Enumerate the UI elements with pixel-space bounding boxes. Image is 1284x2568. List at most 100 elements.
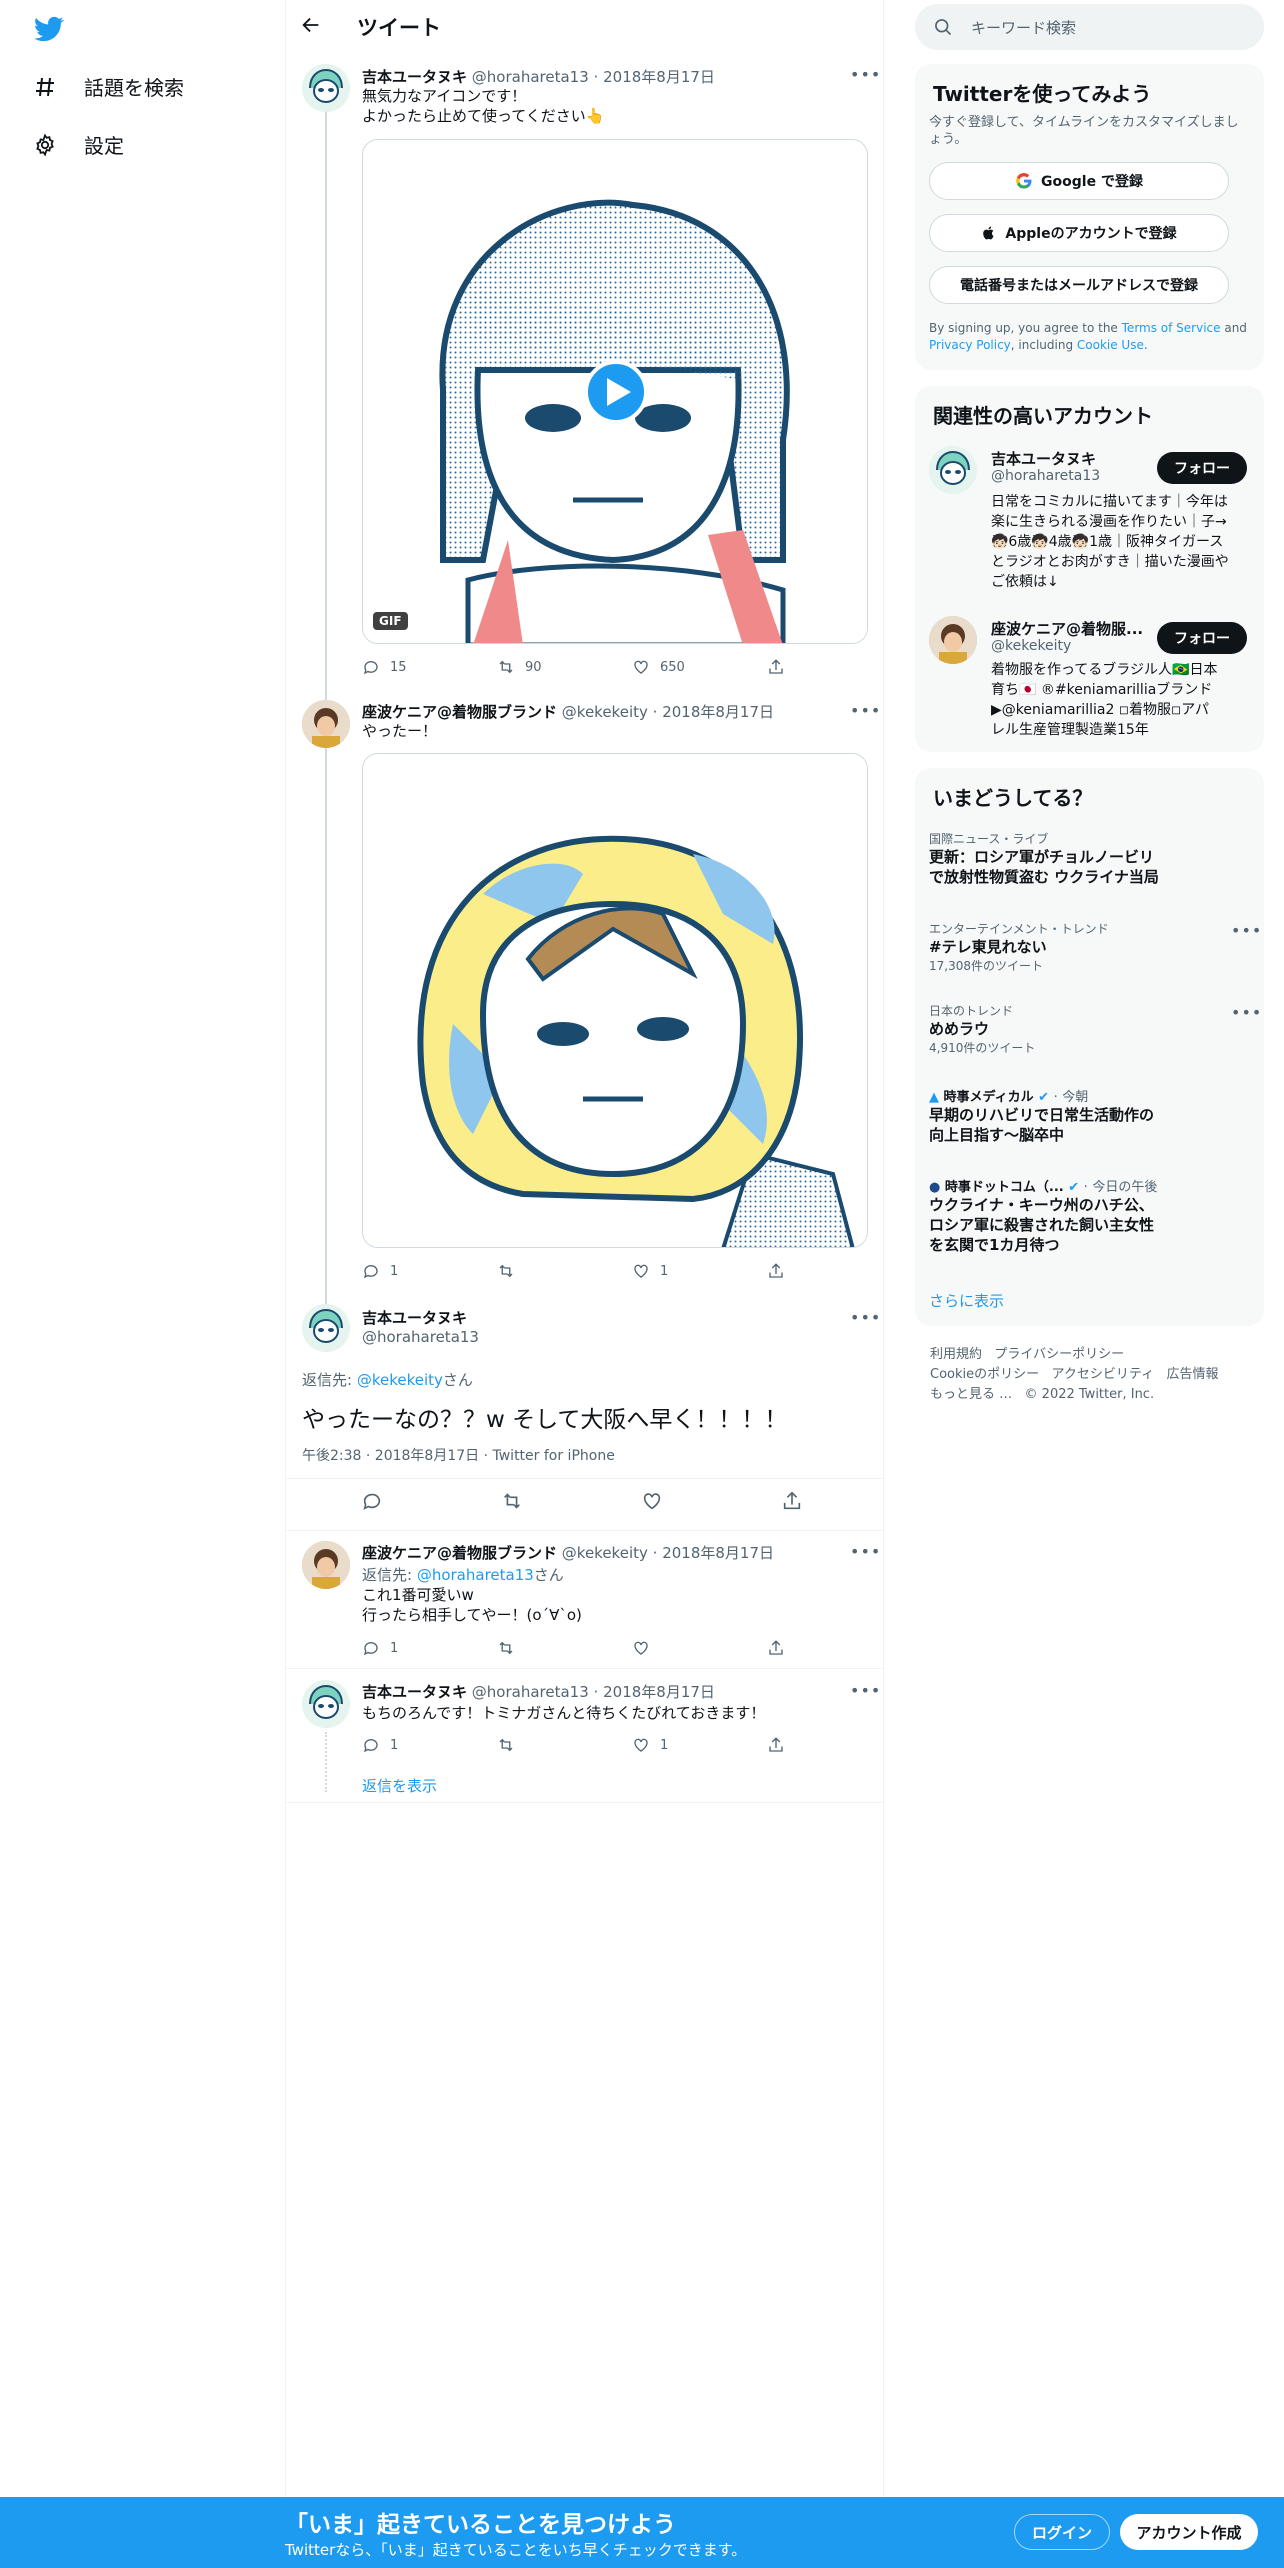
verified-badge-icon: ✔ xyxy=(1038,1090,1050,1105)
avatar[interactable] xyxy=(929,446,977,494)
signup-button[interactable]: アカウント作成 xyxy=(1120,2514,1258,2550)
more-icon[interactable]: ••• xyxy=(850,1310,880,1326)
thread-line xyxy=(325,110,327,700)
tweet-date[interactable]: 2018年8月17日 xyxy=(603,1683,715,1701)
share-button[interactable] xyxy=(767,1639,902,1657)
footer-accessibility[interactable]: アクセシビリティ xyxy=(1052,1367,1155,1382)
retweet-button[interactable] xyxy=(497,1262,632,1280)
tweet-date[interactable]: 2018年8月17日 xyxy=(603,68,715,86)
nav-explore-label: 話題を検索 xyxy=(84,76,184,100)
author-handle[interactable]: @kekekeity xyxy=(562,703,648,721)
more-icon[interactable]: ••• xyxy=(850,1683,880,1699)
like-button[interactable]: 1 xyxy=(632,1736,767,1754)
nav-explore[interactable]: 話題を検索 xyxy=(32,72,184,101)
reply-to: 返信先: @horahareta13さん xyxy=(362,1566,564,1584)
retweet-button[interactable]: 90 xyxy=(497,658,632,676)
share-button[interactable] xyxy=(767,1736,902,1754)
login-button[interactable]: ログイン xyxy=(1014,2514,1110,2550)
related-account-name[interactable]: 吉本ユータヌキ xyxy=(991,448,1096,469)
hashtag-icon xyxy=(32,74,58,100)
like-button[interactable]: 1 xyxy=(632,1262,767,1280)
share-icon xyxy=(769,1737,783,1752)
footer-more[interactable]: もっと見る … xyxy=(930,1387,1012,1402)
reply-button[interactable]: 1 xyxy=(362,1639,497,1657)
tweet-actions: 15 90 650 xyxy=(362,658,902,676)
more-icon[interactable]: ••• xyxy=(850,1544,880,1560)
author-name[interactable]: 吉本ユータヌキ xyxy=(362,68,467,86)
more-icon[interactable]: ••• xyxy=(850,67,880,83)
search-input[interactable]: キーワード検索 xyxy=(915,4,1264,50)
trend-item[interactable]: ● 時事ドットコム（... ✔ · 今日の午後 ウクライナ・キーウ州のハチ公、 … xyxy=(929,1176,1249,1255)
avatar[interactable] xyxy=(302,1541,350,1589)
trend-item[interactable]: エンターテインメント・トレンド #テレ東見れない 17,308件のツイート xyxy=(929,920,1249,974)
avatar[interactable] xyxy=(302,64,350,112)
follow-button[interactable]: フォロー xyxy=(1157,452,1247,484)
follow-button[interactable]: フォロー xyxy=(1157,622,1247,654)
author-name[interactable]: 座波ケニア@着物服ブランド xyxy=(362,1544,557,1562)
bottom-bar-subtitle: Twitterなら、「いま」起きていることをいち早くチェックできます。 xyxy=(285,2541,747,2559)
more-icon[interactable]: ••• xyxy=(1231,923,1261,939)
reply-button[interactable]: 1 xyxy=(362,1262,497,1280)
like-button[interactable] xyxy=(632,1639,767,1657)
google-signup-button[interactable]: Google で登録 xyxy=(929,162,1229,200)
author-handle[interactable]: @horahareta13 xyxy=(472,1683,589,1701)
retweet-icon xyxy=(499,660,513,674)
tweet-media-image[interactable] xyxy=(362,753,868,1248)
focus-author[interactable]: 吉本ユータヌキ xyxy=(362,1307,467,1328)
related-account-handle[interactable]: @horahareta13 xyxy=(991,468,1100,484)
share-button[interactable] xyxy=(767,658,902,676)
trend-item[interactable]: 国際ニュース・ライブ 更新：ロシア軍がチョルノービリ で放射性物質盗む ウクライ… xyxy=(929,830,1249,887)
retweet-button[interactable] xyxy=(497,1736,632,1754)
tweet-date[interactable]: 2018年8月17日 xyxy=(662,1544,774,1562)
reply-button[interactable]: 1 xyxy=(362,1736,497,1754)
related-account-bio: 日常をコミカルに描いてます｜今年は 楽に生きられる漫画を作りたい｜子→ 🧒🏻6歳… xyxy=(991,494,1229,590)
author-handle[interactable]: @horahareta13 xyxy=(472,68,589,86)
tweet-media-gif[interactable]: GIF xyxy=(362,139,868,644)
tweet-header: 吉本ユータヌキ @horahareta13 · 2018年8月17日 xyxy=(362,1683,715,1701)
retweet-icon[interactable] xyxy=(501,1490,523,1512)
footer-ads[interactable]: 広告情報 xyxy=(1167,1367,1219,1382)
heart-icon xyxy=(634,660,648,674)
phone-email-signup-button[interactable]: 電話番号またはメールアドレスで登録 xyxy=(929,266,1229,304)
focus-tweet-meta[interactable]: 午後2:38 · 2018年8月17日 · Twitter for iPhone xyxy=(302,1445,615,1465)
avatar[interactable] xyxy=(302,700,350,748)
tweet-date[interactable]: 2018年8月17日 xyxy=(662,703,774,721)
footer-cookie[interactable]: Cookieのポリシー xyxy=(930,1367,1039,1382)
author-name[interactable]: 吉本ユータヌキ xyxy=(362,1683,467,1701)
trend-item[interactable]: 日本のトレンド めめラウ 4,910件のツイート xyxy=(929,1002,1249,1056)
reply-to: 返信先: @kekekeityさん xyxy=(302,1371,473,1389)
thread-line xyxy=(325,1732,327,1792)
avatar[interactable] xyxy=(929,616,977,664)
nav-settings[interactable]: 設定 xyxy=(32,130,124,159)
author-handle[interactable]: @kekekeity xyxy=(562,1544,648,1562)
like-button[interactable]: 650 xyxy=(632,658,767,676)
tweet-actions: 1 1 xyxy=(362,1736,902,1754)
reply-icon xyxy=(363,1642,378,1656)
related-account-handle[interactable]: @kekekeity xyxy=(991,638,1071,654)
avatar[interactable] xyxy=(302,1304,350,1352)
share-icon[interactable] xyxy=(781,1490,803,1512)
show-more-link[interactable]: さらに表示 xyxy=(929,1290,1004,1311)
gear-icon xyxy=(32,132,58,158)
show-replies-link[interactable]: 返信を表示 xyxy=(362,1775,437,1796)
share-button[interactable] xyxy=(767,1262,902,1280)
retweet-button[interactable] xyxy=(497,1639,632,1657)
more-icon[interactable]: ••• xyxy=(850,703,880,719)
reply-to-handle[interactable]: @kekekeity xyxy=(357,1371,443,1389)
related-account-name[interactable]: 座波ケニア@着物服... xyxy=(991,618,1143,639)
signup-legal: By signing up, you agree to the Terms of… xyxy=(929,321,1247,352)
twitter-logo-icon[interactable] xyxy=(32,14,66,44)
apple-signup-button[interactable]: Appleのアカウントで登録 xyxy=(929,214,1229,252)
footer-privacy[interactable]: プライバシーポリシー xyxy=(994,1347,1124,1362)
reply-icon[interactable] xyxy=(361,1490,383,1512)
tweet-actions: 1 xyxy=(362,1639,902,1657)
avatar[interactable] xyxy=(302,1680,350,1728)
author-name[interactable]: 座波ケニア@着物服ブランド xyxy=(362,703,557,721)
more-icon[interactable]: ••• xyxy=(1231,1005,1261,1021)
footer-terms[interactable]: 利用規約 xyxy=(930,1347,982,1362)
reply-button[interactable]: 15 xyxy=(362,658,497,676)
focus-handle[interactable]: @horahareta13 xyxy=(362,1328,479,1346)
trend-item[interactable]: ▲ 時事メディカル ✔ · 今朝 早期のリハビリで日常生活動作の 向上目指す～脳… xyxy=(929,1086,1249,1145)
back-arrow-icon[interactable] xyxy=(300,14,322,36)
heart-icon[interactable] xyxy=(641,1490,663,1512)
